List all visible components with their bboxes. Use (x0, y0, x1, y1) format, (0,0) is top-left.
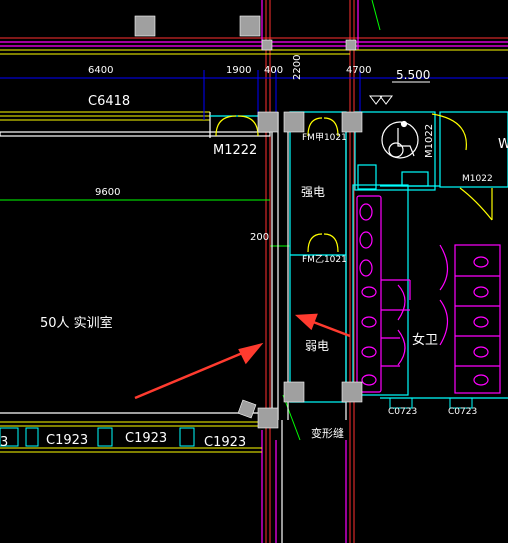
dim-400: 400 (264, 65, 283, 76)
label-door-m1222: M1222 (213, 143, 257, 158)
label-door-accessible: M1022 (424, 124, 435, 158)
floor-plan-drawing: 6400 1900 400 2200 4700 9600 200 C6418 M… (0, 0, 508, 543)
magenta-lines (0, 0, 508, 543)
room-labels: C6418 M1222 50人 实训室 FM甲1021 FM乙1021 强电 弱… (0, 68, 508, 450)
label-level: 5.500 (396, 68, 430, 82)
label-window-c0723-2: C0723 (448, 407, 477, 417)
toilet-fixtures (356, 195, 501, 394)
level-marker (369, 81, 430, 105)
label-strong-elec: 强电 (301, 185, 325, 199)
dim-4700: 4700 (346, 65, 371, 76)
yellow-lines (0, 49, 508, 453)
dim-6400: 6400 (88, 65, 113, 76)
label-expansion-joint: 变形缝 (311, 426, 344, 440)
dim-9600: 9600 (95, 187, 120, 198)
label-window-c0723-1: C0723 (388, 407, 417, 417)
label-fm-top: FM甲1021 (302, 132, 347, 143)
label-edge-3: 3 (0, 435, 8, 450)
label-window-c1923-1: C1923 (46, 433, 88, 448)
label-fm-mid: FM乙1021 (302, 254, 347, 265)
label-window-c6418: C6418 (88, 94, 130, 109)
label-edge-w: W (498, 137, 508, 152)
red-arrows (134, 313, 351, 400)
label-window-c1923-2: C1923 (125, 431, 167, 446)
axis-lines (0, 0, 508, 543)
label-weak-elec: 弱电 (305, 339, 329, 353)
accessible-icon (381, 120, 419, 159)
label-window-c1923-3: C1923 (204, 435, 246, 450)
label-room-main: 50人 实训室 (40, 315, 113, 331)
dim-1900: 1900 (226, 65, 251, 76)
dim-2200: 2200 (292, 55, 303, 80)
label-womens: 女卫 (412, 332, 438, 348)
dim-200: 200 (250, 232, 269, 243)
label-door-wc: M1022 (462, 174, 493, 184)
